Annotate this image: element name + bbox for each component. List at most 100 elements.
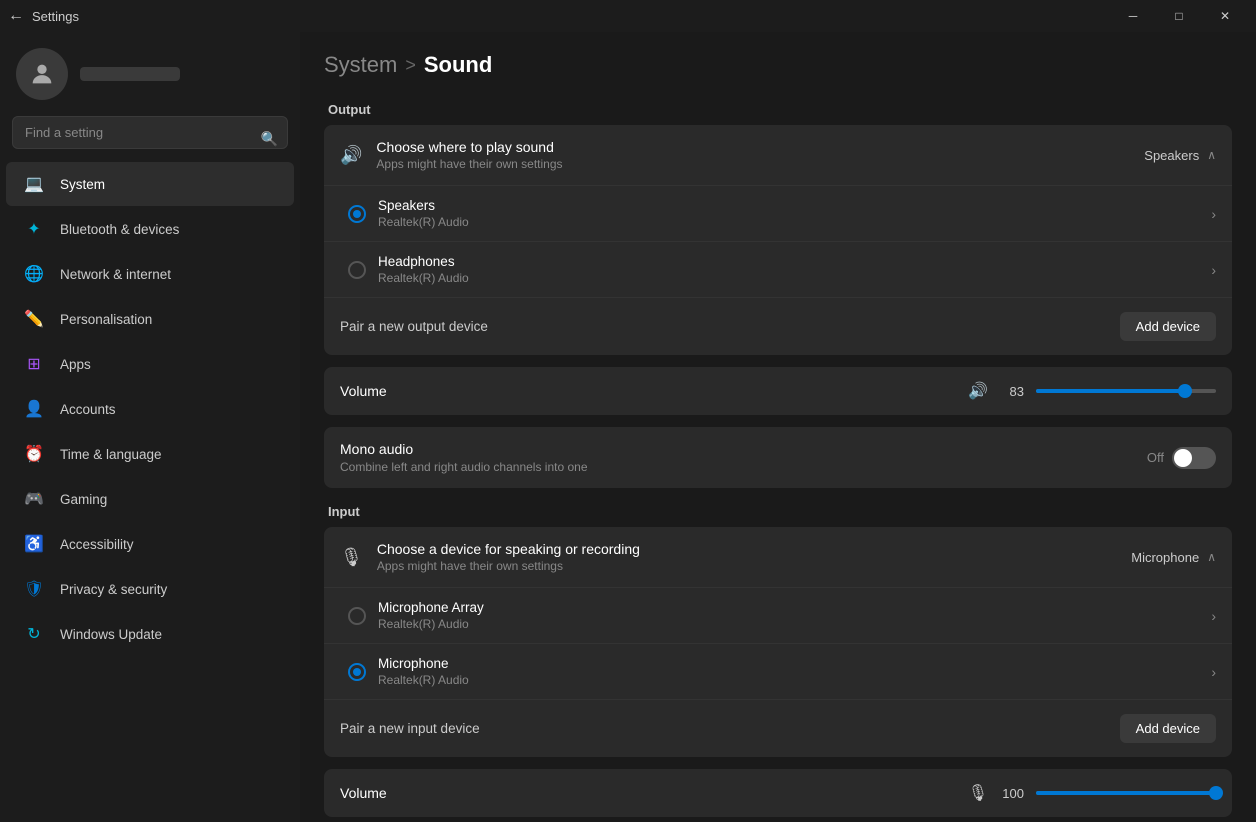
update-nav-icon: ↻ — [22, 622, 46, 646]
microphone-array-row[interactable]: Microphone Array Realtek(R) Audio › — [324, 588, 1232, 644]
accessibility-nav-icon: ♿ — [22, 532, 46, 556]
input-choose-header[interactable]: 🎙 Choose a device for speaking or record… — [324, 527, 1232, 588]
input-volume-fill — [1036, 791, 1216, 795]
back-arrow-icon[interactable]: ← — [8, 7, 24, 25]
sidebar-item-system[interactable]: 💻 System — [6, 162, 294, 206]
mono-audio-subtitle: Combine left and right audio channels in… — [340, 460, 588, 474]
app-title: Settings — [32, 9, 79, 24]
sidebar-item-personalisation[interactable]: ✏️ Personalisation — [6, 297, 294, 341]
search-container: 🔍 — [0, 116, 300, 161]
output-header-text: Choose where to play sound Apps might ha… — [376, 139, 562, 171]
output-chevron-icon: ∧ — [1207, 148, 1216, 162]
input-selected-label[interactable]: Microphone ∧ — [1131, 550, 1216, 565]
mono-toggle-wrap: Off — [1147, 447, 1216, 469]
output-section-label: Output — [324, 102, 1232, 117]
personalisation-nav-label: Personalisation — [60, 312, 152, 327]
search-icon: 🔍 — [261, 130, 278, 147]
sidebar-item-time[interactable]: ⏰ Time & language — [6, 432, 294, 476]
title-bar-controls: ─ □ ✕ — [1110, 0, 1248, 32]
output-choose-sub: Apps might have their own settings — [376, 157, 562, 171]
sidebar-item-apps[interactable]: ⊞ Apps — [6, 342, 294, 386]
input-choose-sub: Apps might have their own settings — [377, 559, 640, 573]
microphone-row[interactable]: Microphone Realtek(R) Audio › — [324, 644, 1232, 700]
output-choose-header[interactable]: 🔊 Choose where to play sound Apps might … — [324, 125, 1232, 186]
search-input[interactable] — [12, 116, 288, 149]
input-header-text: Choose a device for speaking or recordin… — [377, 541, 640, 573]
input-add-device-button[interactable]: Add device — [1120, 714, 1216, 743]
update-nav-label: Windows Update — [60, 627, 162, 642]
apps-nav-label: Apps — [60, 357, 91, 372]
mic-array-name: Microphone Array — [378, 600, 484, 615]
headphones-name: Headphones — [378, 254, 469, 269]
mic-sub: Realtek(R) Audio — [378, 673, 469, 687]
user-name-blurred — [80, 67, 180, 81]
output-volume-label: Volume — [340, 383, 387, 399]
sidebar-item-network[interactable]: 🌐 Network & internet — [6, 252, 294, 296]
maximize-button[interactable]: □ — [1156, 0, 1202, 32]
sidebar-item-bluetooth[interactable]: ✦ Bluetooth & devices — [6, 207, 294, 251]
time-nav-label: Time & language — [60, 447, 162, 462]
speakers-radio[interactable] — [348, 205, 366, 223]
input-device-card: 🎙 Choose a device for speaking or record… — [324, 527, 1232, 757]
sidebar-item-accounts[interactable]: 👤 Accounts — [6, 387, 294, 431]
speakers-sub: Realtek(R) Audio — [378, 215, 469, 229]
sidebar-item-gaming[interactable]: 🎮 Gaming — [6, 477, 294, 521]
input-volume-thumb[interactable] — [1209, 786, 1223, 800]
speakers-chevron-icon: › — [1211, 206, 1216, 222]
input-pair-row: Pair a new input device Add device — [324, 700, 1232, 757]
input-choose-title: Choose a device for speaking or recordin… — [377, 541, 640, 557]
mic-array-radio[interactable] — [348, 607, 366, 625]
bluetooth-nav-icon: ✦ — [22, 217, 46, 241]
user-area — [0, 32, 300, 116]
app-body: 🔍 💻 System ✦ Bluetooth & devices 🌐 Netwo… — [0, 32, 1256, 822]
output-selected-label[interactable]: Speakers ∧ — [1144, 148, 1216, 163]
speakers-name: Speakers — [378, 198, 469, 213]
network-nav-label: Network & internet — [60, 267, 171, 282]
input-volume-slider[interactable] — [1036, 791, 1216, 795]
output-add-device-button[interactable]: Add device — [1120, 312, 1216, 341]
sidebar-item-privacy[interactable]: 🛡 Privacy & security — [6, 567, 294, 611]
headphones-row[interactable]: → Headphones Realtek(R) Audio › — [324, 242, 1232, 298]
system-nav-icon: 💻 — [22, 172, 46, 196]
input-volume-right: 🎙 100 — [968, 783, 1216, 803]
main-content: System > Sound Output 🔊 Choose where to … — [300, 32, 1256, 822]
output-volume-thumb[interactable] — [1178, 384, 1192, 398]
mic-array-info: Microphone Array Realtek(R) Audio — [378, 600, 484, 631]
bluetooth-nav-label: Bluetooth & devices — [60, 222, 179, 237]
speaker-icon: 🔊 — [340, 145, 362, 166]
input-pair-label: Pair a new input device — [340, 721, 480, 736]
input-selected-value: Microphone — [1131, 550, 1199, 565]
privacy-nav-icon: 🛡 — [22, 577, 46, 601]
privacy-nav-label: Privacy & security — [60, 582, 167, 597]
mic-radio[interactable] — [348, 663, 366, 681]
speakers-info: Speakers Realtek(R) Audio — [378, 198, 469, 229]
mic-array-left: Microphone Array Realtek(R) Audio — [348, 600, 484, 631]
close-button[interactable]: ✕ — [1202, 0, 1248, 32]
mic-array-sub: Realtek(R) Audio — [378, 617, 484, 631]
input-chevron-icon: ∧ — [1207, 550, 1216, 564]
output-pair-label: Pair a new output device — [340, 319, 488, 334]
breadcrumb-parent[interactable]: System — [324, 52, 397, 78]
mono-audio-title: Mono audio — [340, 441, 588, 457]
mic-left: Microphone Realtek(R) Audio — [348, 656, 469, 687]
speakers-row[interactable]: Speakers Realtek(R) Audio › — [324, 186, 1232, 242]
nav-list: 💻 System ✦ Bluetooth & devices 🌐 Network… — [0, 161, 300, 657]
headphones-radio[interactable] — [348, 261, 366, 279]
input-volume-value: 100 — [1000, 786, 1024, 801]
mono-audio-toggle[interactable] — [1172, 447, 1216, 469]
microphone-header-icon: 🎙 — [340, 547, 363, 568]
output-choose-title: Choose where to play sound — [376, 139, 562, 155]
sidebar-item-update[interactable]: ↻ Windows Update — [6, 612, 294, 656]
output-volume-slider[interactable] — [1036, 389, 1216, 393]
sidebar-item-accessibility[interactable]: ♿ Accessibility — [6, 522, 294, 566]
volume-speaker-icon: 🔊 — [968, 381, 988, 401]
microphone-volume-icon: 🎙 — [968, 783, 988, 803]
output-header-left: 🔊 Choose where to play sound Apps might … — [340, 139, 563, 171]
output-device-card: 🔊 Choose where to play sound Apps might … — [324, 125, 1232, 355]
accounts-nav-icon: 👤 — [22, 397, 46, 421]
personalisation-nav-icon: ✏️ — [22, 307, 46, 331]
apps-nav-icon: ⊞ — [22, 352, 46, 376]
mono-audio-row: Mono audio Combine left and right audio … — [324, 427, 1232, 488]
input-volume-row: Volume 🎙 100 — [324, 769, 1232, 817]
minimize-button[interactable]: ─ — [1110, 0, 1156, 32]
